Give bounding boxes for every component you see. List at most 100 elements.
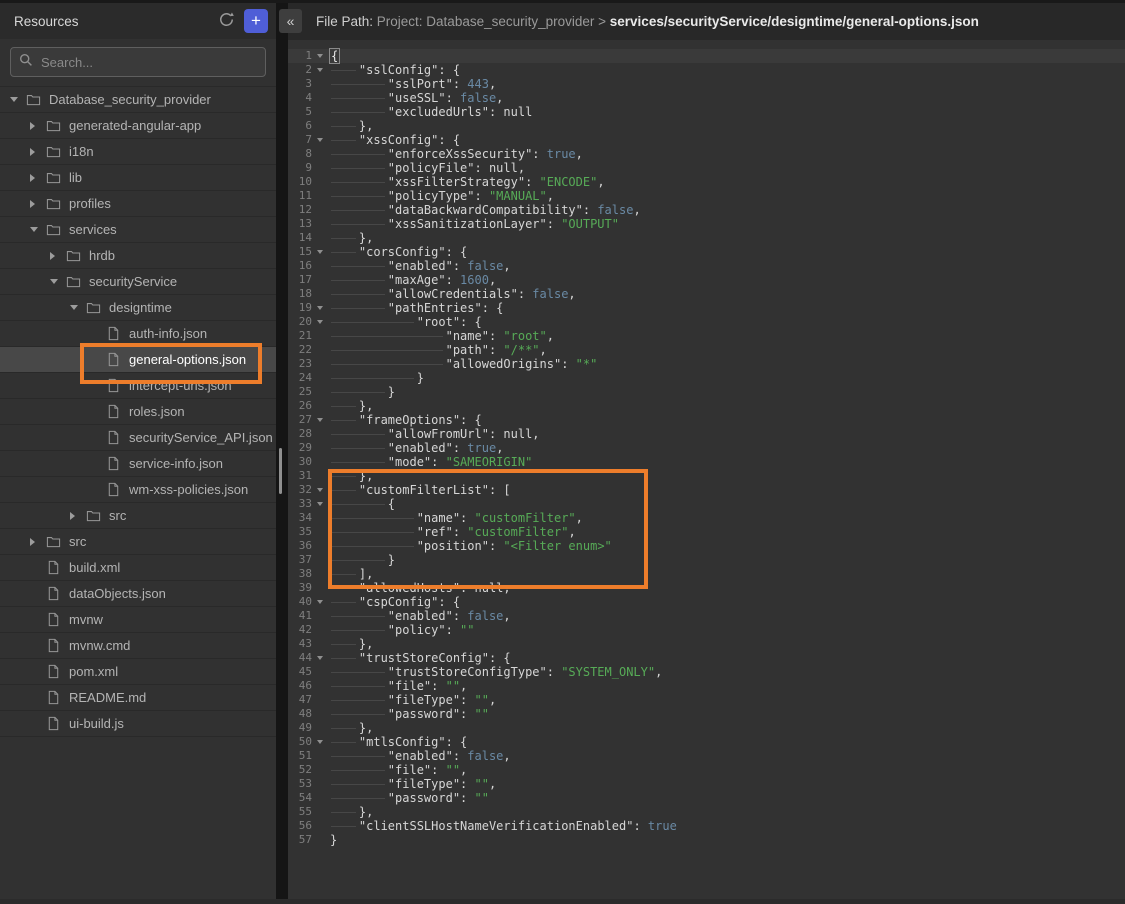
tree-item-README.md[interactable]: README.md [0, 685, 276, 711]
add-resource-button[interactable]: + [244, 9, 268, 33]
chevron-right-icon[interactable] [30, 538, 35, 546]
tree-item-services[interactable]: services [0, 217, 276, 243]
sidebar-scrollbar-thumb[interactable] [279, 448, 282, 494]
code-line[interactable]: 48 "password": "" [288, 707, 1125, 721]
fold-slot[interactable] [312, 49, 328, 63]
code-line[interactable]: 21 "name": "root", [288, 329, 1125, 343]
tree-item-build.xml[interactable]: build.xml [0, 555, 276, 581]
code-line[interactable]: 29 "enabled": true, [288, 441, 1125, 455]
code-line[interactable]: 47 "fileType": "", [288, 693, 1125, 707]
code-line[interactable]: 17 "maxAge": 1600, [288, 273, 1125, 287]
refresh-button[interactable] [216, 11, 236, 31]
code-line[interactable]: 56 "clientSSLHostNameVerificationEnabled… [288, 819, 1125, 833]
code-line[interactable]: 30 "mode": "SAMEORIGIN" [288, 455, 1125, 469]
code-line[interactable]: 35 "ref": "customFilter", [288, 525, 1125, 539]
code-line[interactable]: 22 "path": "/**", [288, 343, 1125, 357]
code-line[interactable]: 38 ], [288, 567, 1125, 581]
code-line[interactable]: 40 "cspConfig": { [288, 595, 1125, 609]
chevron-down-icon[interactable] [70, 305, 78, 310]
tree-item-lib[interactable]: lib [0, 165, 276, 191]
fold-slot[interactable] [312, 651, 328, 665]
code-line[interactable]: 39 "allowedHosts": null, [288, 581, 1125, 595]
tree-item-designtime[interactable]: designtime [0, 295, 276, 321]
tree-item-Database_security_provider[interactable]: Database_security_provider [0, 87, 276, 113]
tree-item-hrdb[interactable]: hrdb [0, 243, 276, 269]
code-line[interactable]: 10 "xssFilterStrategy": "ENCODE", [288, 175, 1125, 189]
chevron-right-icon[interactable] [30, 148, 35, 156]
chevron-right-icon[interactable] [30, 122, 35, 130]
code-line[interactable]: 46 "file": "", [288, 679, 1125, 693]
code-line[interactable]: 31 }, [288, 469, 1125, 483]
tree-item-securityService[interactable]: securityService [0, 269, 276, 295]
tree-item-pom.xml[interactable]: pom.xml [0, 659, 276, 685]
code-line[interactable]: 49 }, [288, 721, 1125, 735]
search-input[interactable] [39, 54, 257, 71]
code-line[interactable]: 53 "fileType": "", [288, 777, 1125, 791]
fold-collapse-icon[interactable] [317, 250, 323, 254]
fold-collapse-icon[interactable] [317, 306, 323, 310]
chevron-down-icon[interactable] [50, 279, 58, 284]
code-line[interactable]: 13 "xssSanitizationLayer": "OUTPUT" [288, 217, 1125, 231]
code-line[interactable]: 41 "enabled": false, [288, 609, 1125, 623]
code-line[interactable]: 34 "name": "customFilter", [288, 511, 1125, 525]
fold-collapse-icon[interactable] [317, 488, 323, 492]
tree-item-src[interactable]: src [0, 503, 276, 529]
fold-slot[interactable] [312, 735, 328, 749]
tree-item-dataObjects.json[interactable]: dataObjects.json [0, 581, 276, 607]
code-line[interactable]: 8 "enforceXssSecurity": true, [288, 147, 1125, 161]
code-line[interactable]: 57} [288, 833, 1125, 847]
code-line[interactable]: 37 } [288, 553, 1125, 567]
code-line[interactable]: 2 "sslConfig": { [288, 63, 1125, 77]
code-line[interactable]: 26 }, [288, 399, 1125, 413]
tree-item-src[interactable]: src [0, 529, 276, 555]
code-line[interactable]: 43 }, [288, 637, 1125, 651]
code-line[interactable]: 27 "frameOptions": { [288, 413, 1125, 427]
fold-collapse-icon[interactable] [317, 740, 323, 744]
tree-item-general-options.json[interactable]: general-options.json [0, 347, 276, 373]
fold-slot[interactable] [312, 483, 328, 497]
fold-collapse-icon[interactable] [317, 320, 323, 324]
fold-collapse-icon[interactable] [317, 418, 323, 422]
fold-slot[interactable] [312, 413, 328, 427]
code-line[interactable]: 55 }, [288, 805, 1125, 819]
code-line[interactable]: 16 "enabled": false, [288, 259, 1125, 273]
code-line[interactable]: 7 "xssConfig": { [288, 133, 1125, 147]
code-line[interactable]: 1{ [288, 49, 1125, 63]
code-line[interactable]: 50 "mtlsConfig": { [288, 735, 1125, 749]
tree-item-mvnw.cmd[interactable]: mvnw.cmd [0, 633, 276, 659]
tree-item-roles.json[interactable]: roles.json [0, 399, 276, 425]
fold-collapse-icon[interactable] [317, 600, 323, 604]
code-line[interactable]: 6 }, [288, 119, 1125, 133]
code-line[interactable]: 14 }, [288, 231, 1125, 245]
tree-item-securityService_API.json[interactable]: securityService_API.json [0, 425, 276, 451]
tree-item-ui-build.js[interactable]: ui-build.js [0, 711, 276, 737]
fold-slot[interactable] [312, 245, 328, 259]
code-line[interactable]: 28 "allowFromUrl": null, [288, 427, 1125, 441]
tree-item-i18n[interactable]: i18n [0, 139, 276, 165]
tree-item-generated-angular-app[interactable]: generated-angular-app [0, 113, 276, 139]
chevron-down-icon[interactable] [10, 97, 18, 102]
tree-item-intercept-urls.json[interactable]: intercept-urls.json [0, 373, 276, 399]
chevron-right-icon[interactable] [50, 252, 55, 260]
fold-slot[interactable] [312, 63, 328, 77]
tree-item-auth-info.json[interactable]: auth-info.json [0, 321, 276, 347]
fold-collapse-icon[interactable] [317, 68, 323, 72]
fold-collapse-icon[interactable] [317, 138, 323, 142]
fold-slot[interactable] [312, 315, 328, 329]
fold-collapse-icon[interactable] [317, 502, 323, 506]
code-line[interactable]: 5 "excludedUrls": null [288, 105, 1125, 119]
code-line[interactable]: 20 "root": { [288, 315, 1125, 329]
chevron-down-icon[interactable] [30, 227, 38, 232]
chevron-right-icon[interactable] [70, 512, 75, 520]
code-line[interactable]: 9 "policyFile": null, [288, 161, 1125, 175]
code-line[interactable]: 24 } [288, 371, 1125, 385]
chevron-right-icon[interactable] [30, 174, 35, 182]
code-line[interactable]: 4 "useSSL": false, [288, 91, 1125, 105]
code-line[interactable]: 51 "enabled": false, [288, 749, 1125, 763]
code-line[interactable]: 33 { [288, 497, 1125, 511]
tree-item-mvnw[interactable]: mvnw [0, 607, 276, 633]
chevron-right-icon[interactable] [30, 200, 35, 208]
code-line[interactable]: 23 "allowedOrigins": "*" [288, 357, 1125, 371]
fold-slot[interactable] [312, 595, 328, 609]
fold-collapse-icon[interactable] [317, 656, 323, 660]
